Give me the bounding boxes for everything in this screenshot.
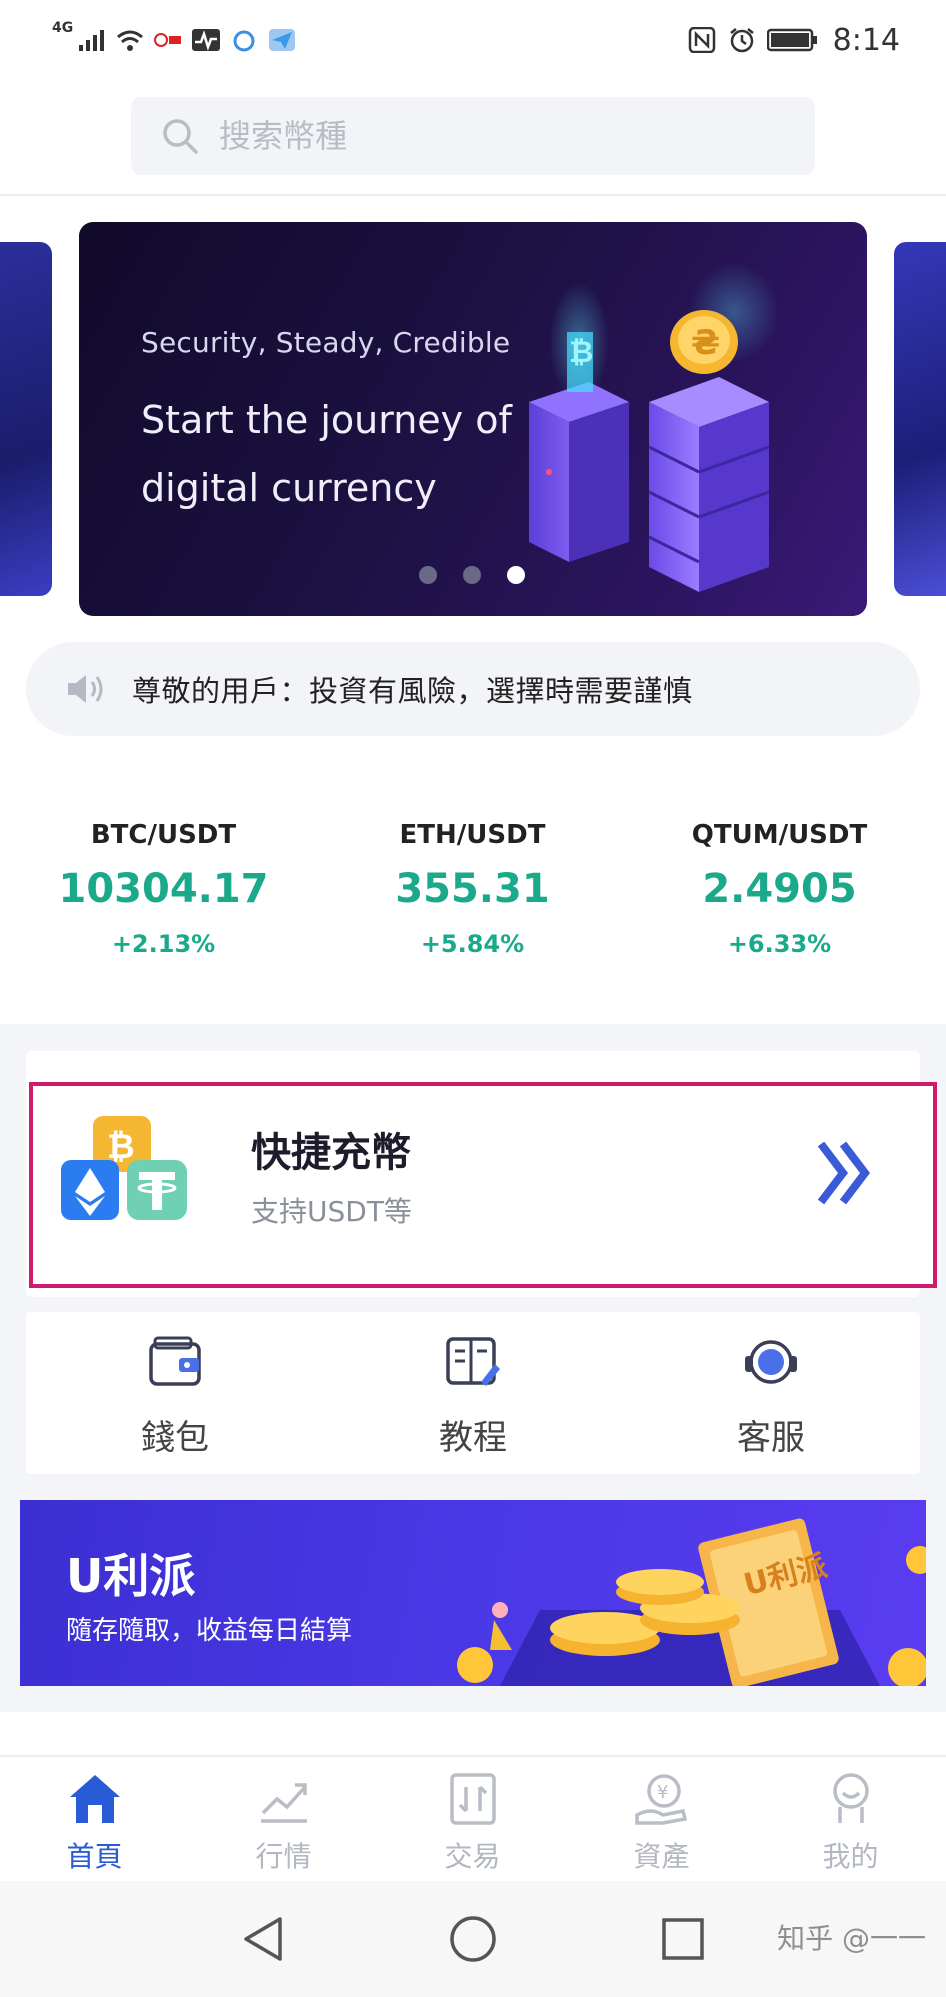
- ticker-qtum[interactable]: QTUM/USDT 2.4905 +6.33%: [622, 820, 937, 958]
- promo-subtitle: 隨存隨取，收益每日結算: [66, 1616, 353, 1646]
- nav-label: 行情: [255, 1840, 312, 1873]
- app-notification-icon: [154, 33, 182, 47]
- carousel-dots: [419, 566, 525, 584]
- search-icon: [163, 119, 198, 154]
- nav-market[interactable]: 行情: [189, 1771, 378, 1875]
- nav-assets[interactable]: ¥ 資產: [567, 1771, 756, 1875]
- banner-next-slide[interactable]: [894, 242, 946, 596]
- nav-profile[interactable]: 我的: [756, 1771, 945, 1875]
- ticker-pair: ETH/USDT: [399, 820, 546, 850]
- search-input[interactable]: [219, 117, 779, 155]
- signal-icon: [79, 30, 105, 51]
- shortcut-support[interactable]: 客服: [622, 1334, 920, 1459]
- shortcut-wallet[interactable]: 錢包: [26, 1334, 324, 1459]
- coins-ticket-illustration: U利派: [457, 1518, 926, 1686]
- banner-prev-slide[interactable]: [0, 242, 52, 596]
- send-icon: [269, 29, 296, 51]
- wallet-icon: [149, 1336, 201, 1386]
- search-box[interactable]: [131, 97, 815, 175]
- nav-trade[interactable]: 交易: [378, 1771, 567, 1875]
- nav-label: 資產: [633, 1840, 690, 1873]
- carousel-dot-active[interactable]: [507, 566, 525, 584]
- watermark: 知乎 @一一: [777, 1922, 926, 1955]
- headset-icon: [745, 1340, 797, 1384]
- nav-label: 交易: [444, 1840, 501, 1873]
- svg-text:¥: ¥: [657, 1782, 668, 1803]
- banner-carousel[interactable]: Security, Steady, Credible Start the jou…: [0, 222, 946, 616]
- status-time: 8:14: [832, 22, 900, 58]
- cloud-icon: [233, 30, 255, 52]
- shortcut-label: 客服: [737, 1418, 805, 1458]
- chart-icon: [260, 1783, 307, 1823]
- shortcut-label: 教程: [439, 1418, 507, 1458]
- double-chevron-right-icon[interactable]: [815, 1138, 875, 1208]
- recents-square-icon[interactable]: [655, 1911, 711, 1967]
- status-bar: 4G 8:14: [0, 0, 946, 80]
- nav-label: 首頁: [66, 1840, 123, 1873]
- home-circle-icon[interactable]: [445, 1911, 501, 1967]
- crypto-coins-icon: ₿: [61, 1116, 187, 1220]
- search-bar-area: [0, 80, 946, 196]
- tutorial-icon: [446, 1337, 500, 1386]
- market-tickers: BTC/USDT 10304.17 +2.13% ETH/USDT 355.31…: [0, 780, 946, 1024]
- svg-text:₴: ₴: [691, 323, 720, 363]
- ticker-change: +5.84%: [420, 930, 525, 958]
- nfc-icon: [688, 27, 715, 53]
- quick-deposit-card[interactable]: ₿ 快捷充幣 支持USDT等: [29, 1082, 937, 1288]
- status-right: 8:14: [687, 20, 900, 60]
- trade-icon: [449, 1773, 496, 1825]
- system-navigation-bar: 知乎 @一一: [0, 1881, 946, 1997]
- alarm-icon: [729, 28, 754, 53]
- nav-label: 我的: [822, 1840, 879, 1873]
- svg-text:₿: ₿: [569, 335, 593, 370]
- activity-icon: [192, 29, 221, 51]
- banner-subtitle: Security, Steady, Credible: [141, 326, 511, 359]
- shortcut-tutorial[interactable]: 教程: [324, 1334, 622, 1459]
- assets-icon: ¥: [634, 1774, 687, 1825]
- battery-icon: [766, 28, 817, 52]
- home-icon: [69, 1775, 120, 1823]
- carousel-dot[interactable]: [463, 566, 481, 584]
- promo-banner[interactable]: U利派 隨存隨取，收益每日結算 U利派: [20, 1500, 926, 1686]
- announcement-text: 尊敬的用戶：投資有風險，選擇時需要謹慎: [132, 674, 693, 708]
- ticker-btc[interactable]: BTC/USDT 10304.17 +2.13%: [6, 820, 321, 958]
- ticker-eth[interactable]: ETH/USDT 355.31 +5.84%: [315, 820, 630, 958]
- ticker-price: 10304.17: [58, 866, 269, 912]
- bottom-navigation: 首頁 行情 交易 ¥ 資產 我的: [0, 1755, 946, 1881]
- network-label: 4G: [52, 20, 74, 36]
- quick-deposit-subtitle: 支持USDT等: [251, 1195, 412, 1228]
- crypto-towers-illustration: ₿ ₴: [529, 262, 779, 592]
- quick-deposit-title: 快捷充幣: [251, 1130, 411, 1176]
- profile-icon: [832, 1773, 869, 1823]
- status-left: 4G: [52, 20, 297, 60]
- ticker-price: 355.31: [395, 866, 550, 912]
- carousel-dot[interactable]: [419, 566, 437, 584]
- nav-home[interactable]: 首頁: [0, 1771, 189, 1875]
- speaker-icon: [68, 675, 103, 703]
- banner-main-slide[interactable]: Security, Steady, Credible Start the jou…: [79, 222, 867, 616]
- ticker-pair: QTUM/USDT: [691, 820, 868, 850]
- ticker-change: +2.13%: [111, 930, 216, 958]
- shortcut-label: 錢包: [141, 1418, 209, 1458]
- back-triangle-icon[interactable]: [236, 1911, 292, 1967]
- promo-title: U利派: [66, 1549, 196, 1603]
- wifi-icon: [117, 30, 144, 51]
- announcement-bar[interactable]: 尊敬的用戶：投資有風險，選擇時需要謹慎: [26, 642, 920, 736]
- ticker-price: 2.4905: [702, 866, 857, 912]
- shortcut-grid: 錢包 教程 客服: [26, 1312, 920, 1474]
- ticker-pair: BTC/USDT: [90, 820, 237, 850]
- ticker-change: +6.33%: [727, 930, 832, 958]
- banner-title: Start the journey of digital currency: [141, 398, 512, 510]
